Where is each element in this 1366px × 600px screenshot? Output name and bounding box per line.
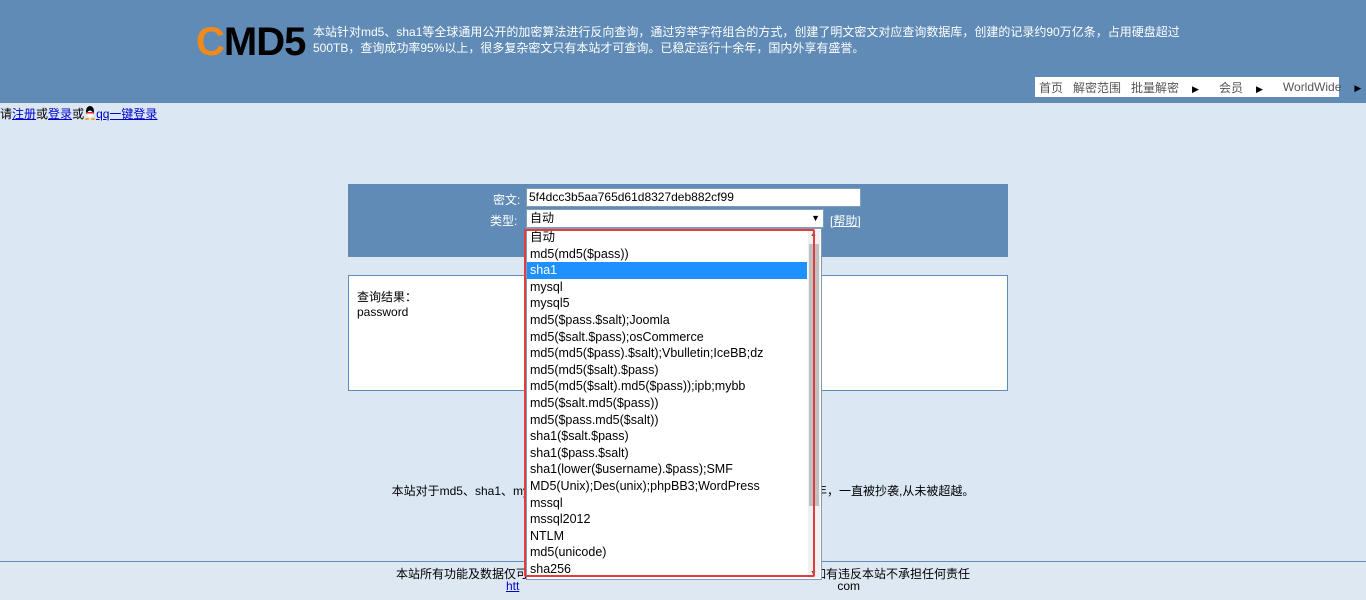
dropdown-option[interactable]: md5($pass.$salt);Joomla — [527, 312, 807, 329]
option-list: 自动 md5(md5($pass)) sha1 mysql mysql5 md5($pas… — [527, 229, 821, 579]
dropdown-option[interactable]: sha1(lower($username).$pass);SMF — [527, 461, 807, 478]
dropdown-option[interactable]: mysql5 — [527, 295, 807, 312]
dropdown-option[interactable]: md5($salt.md5($pass)) — [527, 395, 807, 412]
dropdown-option[interactable]: md5(md5($salt).md5($pass));ipb;mybb — [527, 378, 807, 395]
dropdown-option[interactable]: md5(unicode) — [527, 544, 807, 561]
dropdown-option[interactable]: MD5(Unix);Des(unix);phpBB3;WordPress — [527, 478, 807, 495]
dropdown-scrollbar[interactable]: ▲ ▼ — [808, 230, 820, 578]
dropdown-option[interactable]: sha1 — [527, 262, 807, 279]
dropdown-option[interactable]: sha256 — [527, 561, 807, 578]
top-nav: 首页 解密范围 批量解密 ▶ 会员 ▶ WorldWide ▶ — [1035, 77, 1361, 97]
scrollbar-thumb[interactable] — [809, 244, 819, 506]
nav-worldwide[interactable]: WorldWide ▶ — [1283, 80, 1366, 94]
cipher-label: 密文: — [493, 193, 521, 207]
nav-member[interactable]: 会员 ▶ — [1219, 79, 1273, 96]
help-link[interactable]: [帮助] — [830, 212, 861, 229]
login-link[interactable]: 登录 — [48, 107, 72, 121]
nav-batch-decrypt[interactable]: 批量解密 ▶ — [1131, 79, 1209, 96]
dropdown-option[interactable]: sha1($pass.$salt) — [527, 445, 807, 462]
triangle-right-icon: ▶ — [1192, 83, 1199, 94]
dropdown-option[interactable]: mssql2012 — [527, 511, 807, 528]
dropdown-option[interactable]: NTLM — [527, 528, 807, 545]
dropdown-arrow-icon: ▼ — [811, 213, 820, 223]
nav-home[interactable]: 首页 — [1039, 79, 1063, 96]
qq-penguin-icon — [84, 105, 96, 120]
site-intro-text: 本站针对md5、sha1等全球通用公开的加密算法进行反向查询，通过穷举字符组合的… — [313, 25, 1180, 55]
dropdown-option[interactable]: md5(md5($pass).$salt);Vbulletin;IceBB;dz — [527, 345, 807, 362]
site-header: CMD5 本站针对md5、sha1等全球通用公开的加密算法进行反向查询，通过穷举… — [0, 0, 1366, 103]
triangle-right-icon: ▶ — [1354, 83, 1362, 93]
dropdown-option[interactable]: md5(md5($salt).$pass) — [527, 362, 807, 379]
triangle-right-icon: ▶ — [1255, 83, 1263, 94]
dropdown-option[interactable]: md5(md5($pass)) — [527, 246, 807, 263]
scroll-up-icon[interactable]: ▲ — [810, 231, 817, 238]
cipher-input[interactable]: 5f4dcc3b5aa765d61d8327deb882cf99 — [526, 188, 861, 207]
dropdown-option[interactable]: 自动 — [527, 229, 807, 246]
dropdown-option[interactable]: md5($salt.$pass);osCommerce — [527, 329, 807, 346]
dropdown-option[interactable]: sha256($pass.$salt) — [527, 577, 807, 579]
qq-login-link[interactable]: qq一键登录 — [96, 107, 157, 121]
result-label: 查询结果： — [357, 290, 418, 304]
type-label: 类型: — [490, 214, 518, 228]
register-link[interactable]: 注册 — [12, 107, 36, 121]
scroll-down-icon[interactable]: ▼ — [810, 570, 817, 577]
dropdown-option[interactable]: md5($pass.md5($salt)) — [527, 412, 807, 429]
result-value: password — [357, 305, 409, 319]
dropdown-option[interactable]: mssql — [527, 495, 807, 512]
footer-contact: htt com — [505, 579, 860, 593]
type-dropdown-list[interactable]: 自动 md5(md5($pass)) sha1 mysql mysql5 md5($pas… — [526, 228, 822, 580]
cmd5-logo[interactable]: CMD5 — [196, 20, 306, 64]
type-select[interactable]: 自动 ▼ — [526, 209, 824, 228]
nav-decrypt-range[interactable]: 解密范围 — [1073, 79, 1121, 96]
login-bar: 请注册或登录或 qq一键登录 — [0, 103, 1366, 124]
dropdown-option[interactable]: mysql — [527, 279, 807, 296]
dropdown-option[interactable]: sha1($salt.$pass) — [527, 428, 807, 445]
